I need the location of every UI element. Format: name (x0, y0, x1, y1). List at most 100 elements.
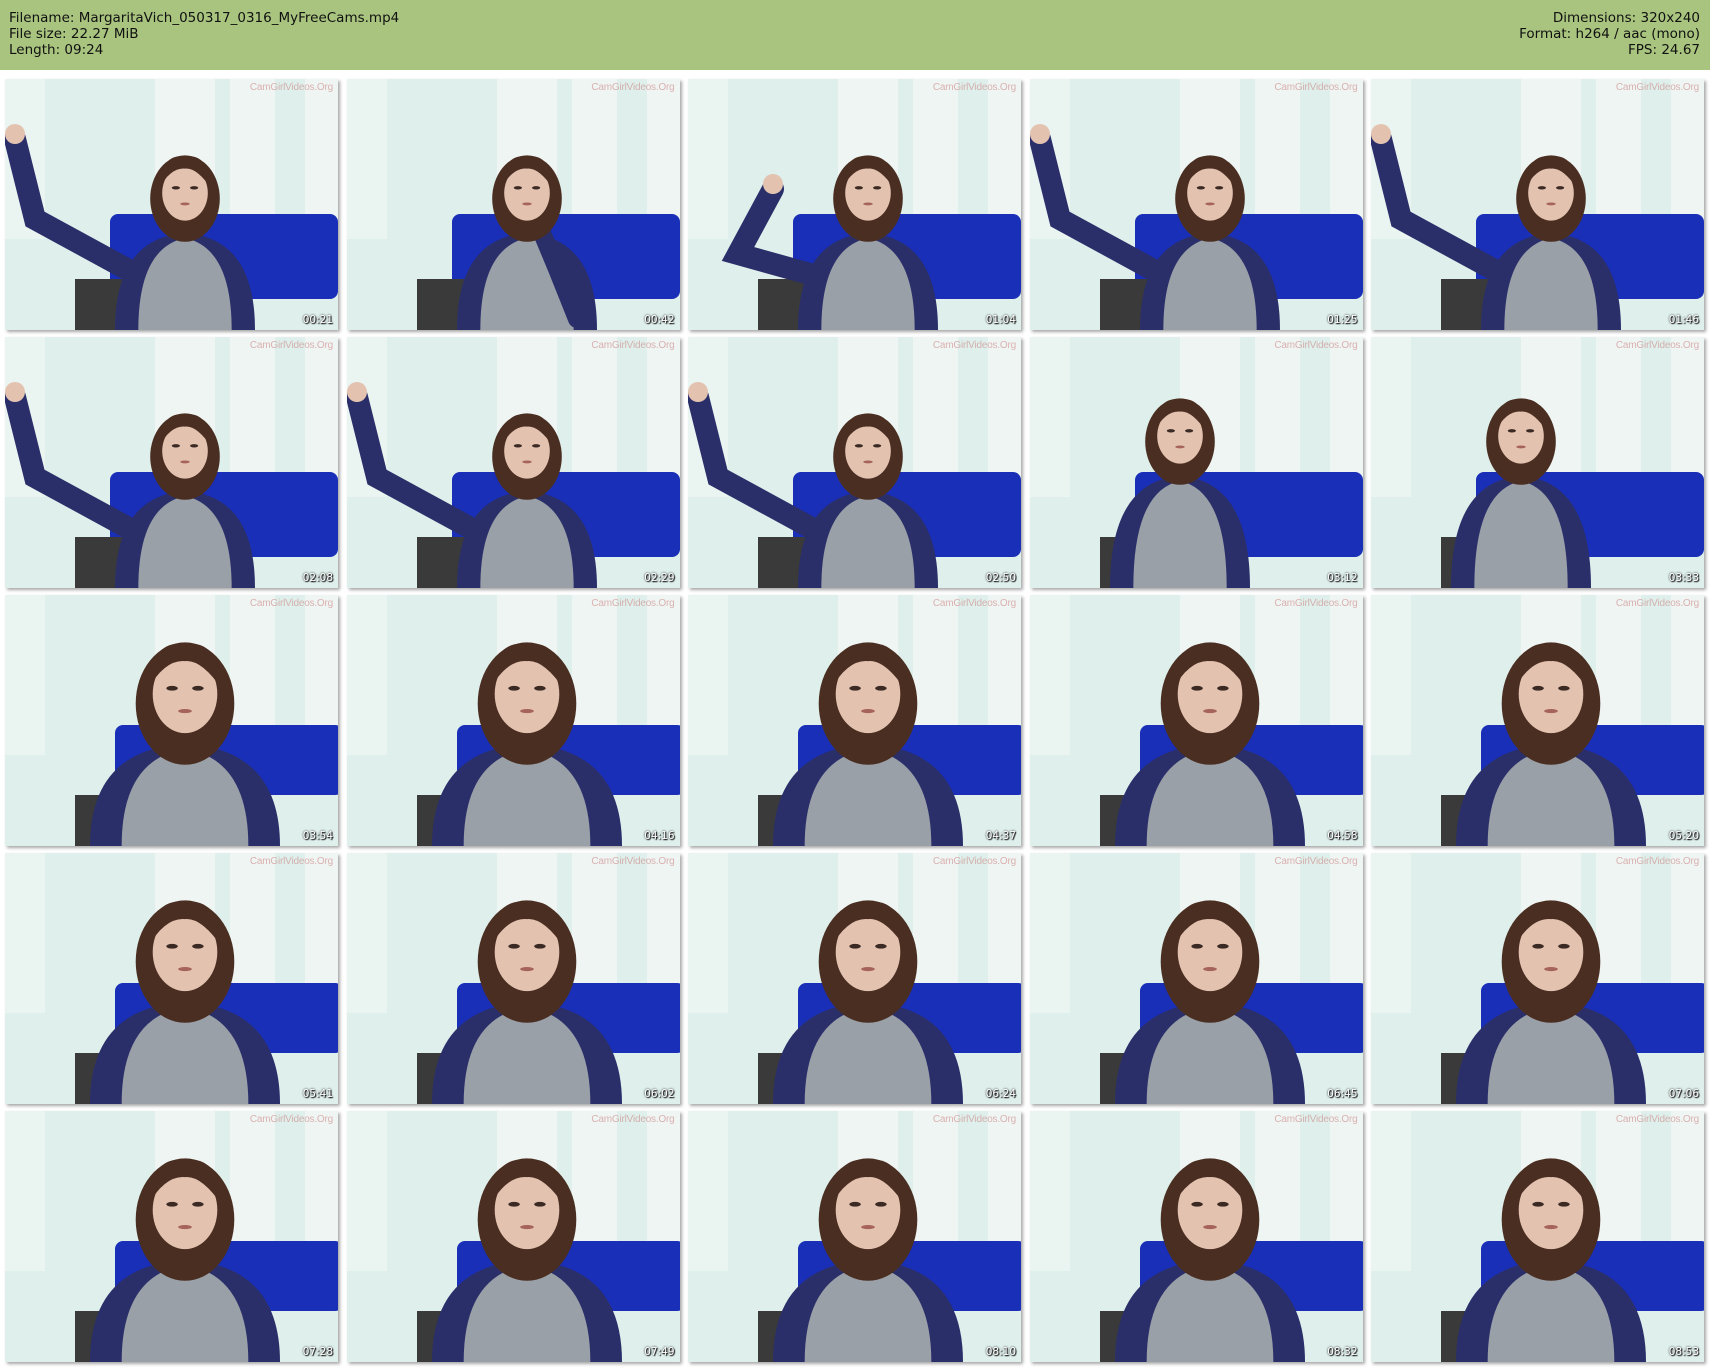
watermark-text: CamGirlVideos.Org (249, 856, 333, 867)
timestamp-label: 02:50 (985, 572, 1016, 584)
thumbnail-image (346, 1111, 680, 1362)
thumbnail-image (1029, 79, 1363, 330)
thumbnail-image (5, 79, 338, 330)
thumbnail-image (1029, 337, 1363, 588)
timestamp-label: 03:12 (1327, 572, 1358, 584)
video-thumbnail: CamGirlVideos.Org 03:12 (1029, 337, 1363, 588)
thumbnail-image (1371, 79, 1704, 330)
thumbnail-image (5, 1111, 338, 1362)
watermark-text: CamGirlVideos.Org (1274, 598, 1358, 609)
video-thumbnail: CamGirlVideos.Org 06:45 (1029, 853, 1363, 1104)
watermark-text: CamGirlVideos.Org (1615, 340, 1699, 351)
watermark-text: CamGirlVideos.Org (932, 340, 1016, 351)
watermark-text: CamGirlVideos.Org (1615, 1114, 1699, 1125)
timestamp-label: 08:10 (985, 1346, 1016, 1358)
video-thumbnail: CamGirlVideos.Org 07:49 (346, 1111, 680, 1362)
video-thumbnail: CamGirlVideos.Org 08:10 (688, 1111, 1021, 1362)
thumbnail-image (1029, 595, 1363, 846)
video-thumbnail: CamGirlVideos.Org 04:58 (1029, 595, 1363, 846)
video-thumbnail: CamGirlVideos.Org 02:08 (5, 337, 338, 588)
format-label: Format: h264 / aac (mono) (1519, 26, 1700, 42)
video-thumbnail: CamGirlVideos.Org 01:25 (1029, 79, 1363, 330)
thumbnail-image (1371, 337, 1704, 588)
video-thumbnail: CamGirlVideos.Org 08:53 (1371, 1111, 1704, 1362)
video-thumbnail: CamGirlVideos.Org 06:02 (346, 853, 680, 1104)
filename-label: Filename: MargaritaVich_050317_0316_MyFr… (9, 10, 400, 26)
timestamp-label: 04:37 (985, 830, 1016, 842)
timestamp-label: 01:04 (985, 314, 1016, 326)
watermark-text: CamGirlVideos.Org (1615, 598, 1699, 609)
watermark-text: CamGirlVideos.Org (932, 1114, 1016, 1125)
thumbnail-image (1371, 853, 1704, 1104)
video-thumbnail: CamGirlVideos.Org 07:28 (5, 1111, 338, 1362)
timestamp-label: 01:46 (1668, 314, 1699, 326)
video-thumbnail: CamGirlVideos.Org 03:33 (1371, 337, 1704, 588)
thumbnail-image (1029, 1111, 1363, 1362)
timestamp-label: 06:02 (644, 1088, 675, 1100)
file-info-right: Dimensions: 320x240 Format: h264 / aac (… (1519, 10, 1700, 58)
dimensions-label: Dimensions: 320x240 (1552, 10, 1700, 26)
watermark-text: CamGirlVideos.Org (1274, 856, 1358, 867)
timestamp-label: 03:54 (302, 830, 333, 842)
video-thumbnail: CamGirlVideos.Org 01:46 (1371, 79, 1704, 330)
thumbnail-image (1029, 853, 1363, 1104)
watermark-text: CamGirlVideos.Org (591, 598, 675, 609)
thumbnail-image (688, 853, 1021, 1104)
timestamp-label: 00:42 (644, 314, 675, 326)
timestamp-label: 05:20 (1668, 830, 1699, 842)
watermark-text: CamGirlVideos.Org (591, 340, 675, 351)
watermark-text: CamGirlVideos.Org (1274, 340, 1358, 351)
watermark-text: CamGirlVideos.Org (932, 856, 1016, 867)
watermark-text: CamGirlVideos.Org (591, 82, 675, 93)
watermark-text: CamGirlVideos.Org (1615, 856, 1699, 867)
timestamp-label: 05:41 (302, 1088, 333, 1100)
timestamp-label: 08:53 (1668, 1346, 1699, 1358)
timestamp-label: 03:33 (1668, 572, 1699, 584)
timestamp-label: 08:32 (1327, 1346, 1358, 1358)
thumbnail-image (1371, 595, 1704, 846)
video-thumbnail: CamGirlVideos.Org 01:04 (688, 79, 1021, 330)
video-thumbnail: CamGirlVideos.Org 00:21 (5, 79, 338, 330)
file-size-label: File size: 22.27 MiB (9, 26, 139, 42)
watermark-text: CamGirlVideos.Org (249, 82, 333, 93)
fps-label: FPS: 24.67 (1628, 42, 1700, 58)
video-thumbnail: CamGirlVideos.Org 05:41 (5, 853, 338, 1104)
thumbnail-image (5, 595, 338, 846)
timestamp-label: 04:16 (644, 830, 675, 842)
thumbnail-image (346, 853, 680, 1104)
watermark-text: CamGirlVideos.Org (1274, 82, 1358, 93)
watermark-text: CamGirlVideos.Org (591, 1114, 675, 1125)
watermark-text: CamGirlVideos.Org (1615, 82, 1699, 93)
thumbnail-image (1371, 1111, 1704, 1362)
file-info-left: Filename: MargaritaVich_050317_0316_MyFr… (9, 10, 399, 58)
video-thumbnail: CamGirlVideos.Org 04:16 (346, 595, 680, 846)
video-thumbnail: CamGirlVideos.Org 04:37 (688, 595, 1021, 846)
thumbnail-grid: CamGirlVideos.Org 00:21 CamGirlVideos.Org 0… (5, 79, 1704, 1362)
watermark-text: CamGirlVideos.Org (1274, 1114, 1358, 1125)
video-thumbnail: CamGirlVideos.Org 00:42 (346, 79, 680, 330)
watermark-text: CamGirlVideos.Org (249, 1114, 333, 1125)
watermark-text: CamGirlVideos.Org (591, 856, 675, 867)
timestamp-label: 04:58 (1327, 830, 1358, 842)
timestamp-label: 07:28 (302, 1346, 333, 1358)
video-thumbnail: CamGirlVideos.Org 03:54 (5, 595, 338, 846)
watermark-text: CamGirlVideos.Org (932, 598, 1016, 609)
timestamp-label: 02:29 (644, 572, 675, 584)
timestamp-label: 07:49 (644, 1346, 675, 1358)
timestamp-label: 07:06 (1668, 1088, 1699, 1100)
thumbnail-image (688, 337, 1021, 588)
timestamp-label: 01:25 (1327, 314, 1358, 326)
watermark-text: CamGirlVideos.Org (932, 82, 1016, 93)
timestamp-label: 00:21 (302, 314, 333, 326)
watermark-text: CamGirlVideos.Org (249, 340, 333, 351)
thumbnail-image (5, 853, 338, 1104)
length-label: Length: 09:24 (9, 42, 104, 58)
thumbnail-image (688, 1111, 1021, 1362)
thumbnail-image (688, 79, 1021, 330)
video-thumbnail: CamGirlVideos.Org 08:32 (1029, 1111, 1363, 1362)
timestamp-label: 02:08 (302, 572, 333, 584)
file-info-header: Filename: MargaritaVich_050317_0316_MyFr… (0, 0, 1710, 70)
video-thumbnail: CamGirlVideos.Org 02:29 (346, 337, 680, 588)
video-thumbnail: CamGirlVideos.Org 07:06 (1371, 853, 1704, 1104)
thumbnail-image (5, 337, 338, 588)
